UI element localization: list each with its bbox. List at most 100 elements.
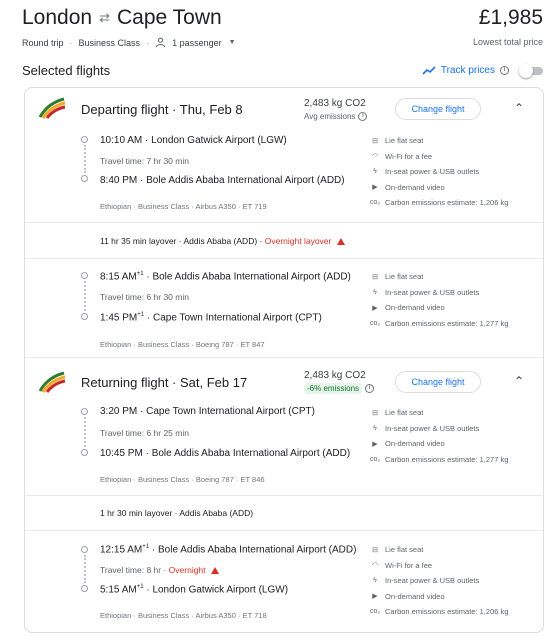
co2-icon: co₂ xyxy=(370,455,381,463)
timeline-dots xyxy=(84,555,86,583)
amenity-item: co₂ Carbon emissions estimate: 1,206 kg xyxy=(370,607,509,617)
amenity-item: ▶ On-demand video xyxy=(370,436,508,452)
arrival-line: 1:45 PM+1 · Cape Town International Airp… xyxy=(100,312,322,324)
returning-co2: 2,483 kg CO2 xyxy=(304,370,366,381)
overnight-warning: Overnight layover xyxy=(264,236,332,246)
separator-dot: · xyxy=(146,37,150,48)
passenger-selector[interactable]: 1 passenger ▼ xyxy=(155,37,236,48)
travel-time: Travel time: 8 hr · Overnight xyxy=(100,565,219,575)
departing-flight-title: Departing flight · Thu, Feb 8 xyxy=(81,102,243,117)
power-plug-icon: ϟ xyxy=(373,577,377,585)
amenity-item: co₂ Carbon emissions estimate: 1,277 kg xyxy=(370,318,509,328)
amenity-item: ▶ On-demand video xyxy=(370,300,508,316)
divider xyxy=(25,495,543,496)
arrive-time: 10:45 PM xyxy=(100,448,143,459)
arrive-airport: Bole Addis Ababa International Airport (… xyxy=(146,175,345,186)
passenger-count: 1 passenger xyxy=(172,37,222,48)
seat-icon: ⊟ xyxy=(372,546,378,554)
arrive-time: 1:45 PM xyxy=(100,312,138,324)
arrival-line: 8:40 PM · Bole Addis Ababa International… xyxy=(100,175,345,186)
seat-icon: ⊟ xyxy=(372,409,378,417)
travel-time: Travel time: 6 hr 25 min xyxy=(100,428,189,438)
departure-line: 8:15 AM+1 · Bole Addis Ababa Internation… xyxy=(100,271,351,283)
departure-line: 12:15 AM+1 · Bole Addis Ababa Internatio… xyxy=(100,544,357,556)
segment-divider xyxy=(25,357,543,358)
flight-details: Ethiopian · Business Class · Boeing 787 … xyxy=(100,475,265,484)
flight-details: Ethiopian · Business Class · Boeing 787 … xyxy=(100,340,265,349)
amenities-list: ⊟ Lie flat seat ◠ Wi-Fi for a fee ϟ In-seat… xyxy=(370,542,508,620)
travel-time: Travel time: 6 hr 30 min xyxy=(100,292,189,302)
timeline-start-dot xyxy=(81,546,88,553)
arrive-time: 5:15 AM xyxy=(100,584,137,596)
video-icon: ▶ xyxy=(372,440,378,448)
timeline-dots xyxy=(84,145,86,173)
returning-co2-note: -6% emissions i xyxy=(304,383,375,394)
arrive-airport: London Gatwick Airport (LGW) xyxy=(152,584,289,596)
arrival-line: 10:45 PM · Bole Addis Ababa Internationa… xyxy=(100,448,351,459)
change-returning-flight-button[interactable]: Change flight xyxy=(395,371,481,393)
toggle-knob xyxy=(519,64,533,78)
amenities-list: ⊟ Lie flat seat ϟ In-seat power & USB outl… xyxy=(370,405,508,467)
amenity-item: ◠ Wi-Fi for a fee xyxy=(371,151,433,161)
amenity-item: co₂ Carbon emissions estimate: 1,277 kg xyxy=(370,454,509,464)
amenity-item: co₂ Carbon emissions estimate: 1,206 kg xyxy=(370,198,509,208)
selected-flights-heading: Selected flights xyxy=(22,63,111,78)
amenity-item: ⊟ Lie flat seat xyxy=(370,133,508,149)
divider xyxy=(25,258,543,259)
amenity-item: ⊟ Lie flat seat xyxy=(370,542,508,558)
depart-time: 8:15 AM xyxy=(100,271,137,283)
depart-time: 12:15 AM xyxy=(100,544,143,556)
overnight-warning: Overnight xyxy=(168,565,206,575)
timeline-dots xyxy=(84,417,86,447)
info-icon[interactable]: i xyxy=(358,112,368,121)
divider xyxy=(25,222,543,223)
avg-emissions-label: Avg emissions xyxy=(304,112,356,121)
layover-info: 1 hr 30 min layover · Addis Ababa (ADD) xyxy=(100,508,254,518)
chevron-up-icon[interactable]: ⌃ xyxy=(513,101,525,115)
change-departing-flight-button[interactable]: Change flight xyxy=(395,98,481,120)
swap-arrows-icon: ⇄ xyxy=(99,10,110,25)
info-icon[interactable]: i xyxy=(365,384,375,393)
departure-line: 10:10 AM · London Gatwick Airport (LGW) xyxy=(100,135,287,146)
depart-time: 10:10 AM xyxy=(100,135,143,146)
returning-flight-title: Returning flight · Sat, Feb 17 xyxy=(81,375,248,390)
travel-time: Travel time: 7 hr 30 min xyxy=(100,156,189,166)
seat-icon: ⊟ xyxy=(372,273,378,281)
amenity-item: ϟ In-seat power & USB outlets xyxy=(370,573,508,589)
timeline-end-dot xyxy=(81,175,88,182)
total-price: £1,985 xyxy=(478,6,543,29)
track-prices-label: Track prices xyxy=(440,65,495,76)
price-note: Lowest total price xyxy=(472,37,543,47)
ethiopian-logo-icon xyxy=(38,97,66,119)
video-icon: ▶ xyxy=(372,184,378,192)
amenities-list: ⊟ Lie flat seat ◠ Wi-Fi for a fee ϟ In-seat… xyxy=(370,133,508,211)
chevron-down-icon: ▼ xyxy=(228,39,236,46)
track-prices-toggle[interactable] xyxy=(519,64,545,78)
timeline-start-dot xyxy=(81,408,88,415)
depart-airport: London Gatwick Airport (LGW) xyxy=(151,135,287,146)
amenities-list: ⊟ Lie flat seat ϟ In-seat power & USB outl… xyxy=(370,269,508,331)
amenity-item: ⊟ Lie flat seat xyxy=(370,405,508,421)
warning-icon xyxy=(210,567,219,574)
depart-airport: Bole Addis Ababa International Airport (… xyxy=(152,271,351,283)
route-title: London ⇄ Cape Town xyxy=(22,6,222,30)
depart-time: 3:20 PM xyxy=(100,406,138,417)
departure-line: 3:20 PM · Cape Town International Airpor… xyxy=(100,406,315,417)
chevron-up-icon[interactable]: ⌃ xyxy=(513,374,525,388)
origin-city: London xyxy=(22,6,93,29)
track-prices[interactable]: Track prices i xyxy=(422,65,509,76)
destination-city: Cape Town xyxy=(116,6,222,29)
amenity-item: ⊟ Lie flat seat xyxy=(370,269,508,285)
depart-airport: Bole Addis Ababa International Airport (… xyxy=(158,544,357,556)
wifi-icon: ◠ xyxy=(371,562,379,570)
amenity-item: ◠ Wi-Fi for a fee xyxy=(371,560,433,570)
departing-co2: 2,483 kg CO2 xyxy=(304,98,366,109)
co2-icon: co₂ xyxy=(370,608,381,616)
warning-icon xyxy=(336,238,345,245)
co2-icon: co₂ xyxy=(370,199,381,207)
trip-type: Round trip xyxy=(22,37,64,48)
divider xyxy=(25,530,543,531)
info-icon[interactable]: i xyxy=(500,66,509,75)
power-plug-icon: ϟ xyxy=(373,288,377,296)
emissions-badge: -6% emissions xyxy=(304,383,363,394)
